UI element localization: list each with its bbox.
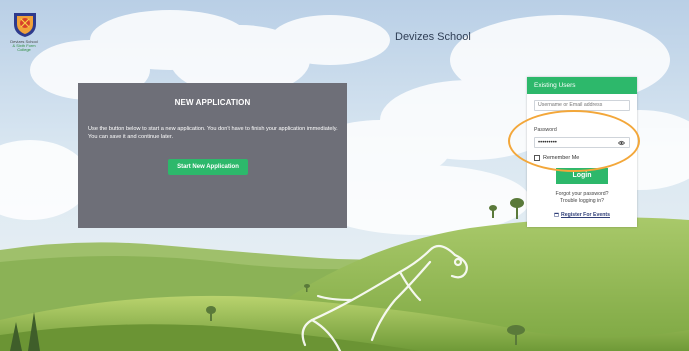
calendar-icon	[554, 212, 559, 217]
logo-text: Devizes School & Sixth Form College	[6, 40, 42, 52]
new-application-panel: NEW APPLICATION Use the button below to …	[78, 83, 347, 228]
register-events-link[interactable]: Register For Events	[527, 212, 637, 218]
new-application-description: Use the button below to start a new appl…	[88, 126, 338, 140]
logo-line-2: & Sixth Form College	[12, 43, 36, 52]
trouble-logging-in-link[interactable]: Trouble logging in?	[527, 198, 637, 204]
forgot-password-link[interactable]: Forgot your password?	[527, 191, 637, 197]
login-header: Existing Users	[527, 77, 637, 94]
highlight-annotation	[508, 110, 640, 172]
start-new-application-button[interactable]: Start New Application	[168, 159, 248, 175]
page-title: Devizes School	[395, 31, 471, 43]
new-application-title: NEW APPLICATION	[174, 98, 251, 107]
register-events-label: Register For Events	[560, 212, 610, 218]
